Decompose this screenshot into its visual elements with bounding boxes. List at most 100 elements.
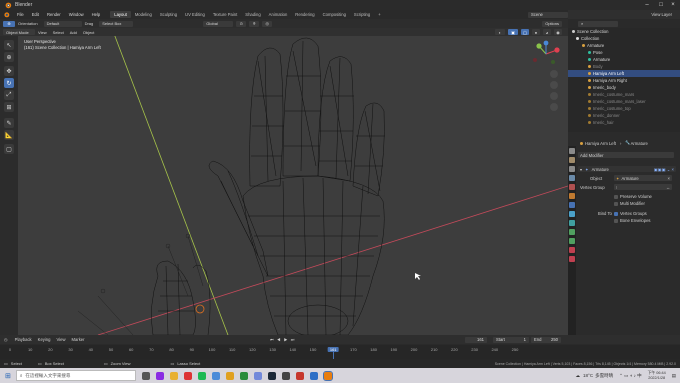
particles-tab-icon[interactable] [569,211,575,217]
annotate-tool-icon[interactable]: ✎ [4,118,14,128]
outliner-row[interactable]: Imeric_costume_mars [568,91,680,98]
viewport-menu-select[interactable]: Select [50,30,67,35]
rendered-shading-icon[interactable]: ◉ [554,29,562,35]
object-field[interactable]: ✦ Armature × [614,175,672,181]
clear-field-icon[interactable]: × [668,176,670,181]
tab-rendering[interactable]: Rendering [291,11,318,18]
file-explorer-icon[interactable] [169,371,178,380]
select-tool-icon[interactable]: ↖ [4,40,14,50]
multi-modifier-checkbox[interactable]: Multi Modifier [614,201,645,206]
vertex-groups-box[interactable] [614,211,618,216]
outliner-row[interactable]: Armature [568,42,680,49]
object-tab-icon[interactable] [569,193,575,199]
transform-orientation-dropdown[interactable]: Global [203,20,234,27]
tab-shading[interactable]: Shading [241,11,264,18]
tab-scripting[interactable]: Scripting [350,11,374,18]
wireframe-shading-icon[interactable]: ◯ [521,29,529,35]
scene-selector[interactable]: Scene [528,11,568,18]
xray-icon[interactable]: ▣ [508,29,518,35]
tool-tab-icon[interactable] [569,148,575,154]
move-tool-icon[interactable]: ✥ [4,66,14,76]
end-frame-field[interactable]: End 250 [531,336,561,343]
collapse-chevron-icon[interactable]: ▾ [580,167,582,172]
outliner-row[interactable]: Imeric_donner [568,112,680,119]
preserve-volume-checkbox[interactable]: Preserve Volume [614,194,652,199]
discord-icon[interactable] [253,371,262,380]
outliner-row[interactable]: Armature [568,56,680,63]
material-tab-icon[interactable] [569,247,575,253]
viewport-menu-object[interactable]: Object [80,30,98,35]
timeline-ruler[interactable]: 0 10 20 30 40 50 60 70 80 90 100 110 120 130 140 150 161… [0,345,680,359]
tab-uv-editing[interactable]: UV Editing [181,11,209,18]
add-modifier-button[interactable]: Add Modifier [578,152,674,158]
outliner-row[interactable]: Hamiya Arm Left [568,70,680,77]
outliner-view-layer[interactable]: View Layer [651,12,672,17]
menu-render[interactable]: Render [43,12,65,17]
texture-tab-icon[interactable] [569,256,575,262]
edge-icon[interactable] [211,371,220,380]
outliner-root[interactable]: Scene Collection [568,28,680,35]
solid-shading-icon[interactable]: ● [532,29,540,35]
playhead-line[interactable] [333,352,335,359]
pan-gizmo-icon[interactable] [550,81,558,89]
minimize-icon[interactable]: – [640,0,654,10]
tray-icons[interactable]: ⌃ ▭ ◖ ♪ 中 [619,373,642,379]
invert-vgroup-icon[interactable]: ↔ [666,185,670,190]
navigation-gizmo[interactable] [527,40,565,112]
visibility-icon[interactable]: ◐ [495,29,505,35]
vertex-group-field[interactable]: ⁝ ↔ [614,184,672,190]
app-icon-dark[interactable] [281,371,290,380]
modifier-tab-icon[interactable] [569,202,575,208]
3d-viewport[interactable] [18,36,568,335]
render-tab-icon[interactable] [569,157,575,163]
start-frame-field[interactable]: Start 1 [493,336,529,343]
pivot-icon[interactable]: ⊙ [236,20,247,27]
x-axis-gizmo-icon[interactable] [554,47,560,53]
viewport-menu-add[interactable]: Add [67,30,80,35]
steam-icon[interactable] [267,371,276,380]
bone-envelopes-box[interactable] [614,218,618,223]
proportional-edit-icon[interactable]: ◎ [262,20,273,27]
current-frame-field[interactable]: 161 [465,336,487,343]
app-icon-blue[interactable] [309,371,318,380]
options-dropdown[interactable]: Options [542,20,562,27]
timeline-view-menu[interactable]: View [53,337,68,342]
output-tab-icon[interactable] [569,166,575,172]
cursor-tool-icon[interactable]: ⊕ [4,52,14,62]
measure-tool-icon[interactable]: 📐 [4,130,14,140]
modifier-visibility-icons[interactable]: ▣▣▣ ⌄ × [654,167,674,172]
material-shading-icon[interactable]: ◕ [543,29,551,35]
ortho-toggle-icon[interactable] [550,103,558,111]
multi-modifier-box[interactable] [614,201,618,206]
menu-edit[interactable]: Edit [28,12,43,17]
outliner-row[interactable]: Body [568,63,680,70]
scale-tool-icon[interactable]: ⤢ [4,90,14,100]
active-tool-icon[interactable]: ⊕ [3,20,15,27]
menu-file[interactable]: File [13,12,28,17]
outliner-row[interactable]: Hamiya Arm Right [568,77,680,84]
scene-tab-icon[interactable] [569,184,575,190]
blender-taskbar-icon[interactable] [322,370,333,381]
outliner-row[interactable]: Pose [568,49,680,56]
teams-icon[interactable] [155,371,164,380]
tab-sculpting[interactable]: Sculpting [156,11,181,18]
outliner-row[interactable]: Collection [568,35,680,42]
y-axis-gizmo-icon[interactable] [536,43,542,49]
close-icon[interactable]: × [666,0,680,10]
transform-tool-icon[interactable]: ⊞ [4,102,14,112]
orientation-dropdown[interactable]: Default [43,20,82,27]
notifications-icon[interactable]: ▤ [672,373,676,379]
mode-dropdown[interactable]: Object Mode [3,29,35,35]
modifier-name[interactable]: Armature [592,167,609,172]
physics-tab-icon[interactable] [569,220,575,226]
viewport-menu-view[interactable]: View [35,30,50,35]
outliner-search-input[interactable]: ⌕ [578,20,618,27]
zoom-gizmo-icon[interactable] [550,70,558,78]
app-icon-red[interactable] [183,371,192,380]
menu-window[interactable]: Window [65,12,88,17]
blender-menu-icon[interactable] [3,11,10,18]
tab-compositing[interactable]: Compositing [319,11,350,18]
marker-menu[interactable]: Marker [68,337,87,342]
drag-dropdown[interactable]: Select Box [99,20,134,27]
add-cube-tool-icon[interactable]: ▢ [4,144,14,154]
